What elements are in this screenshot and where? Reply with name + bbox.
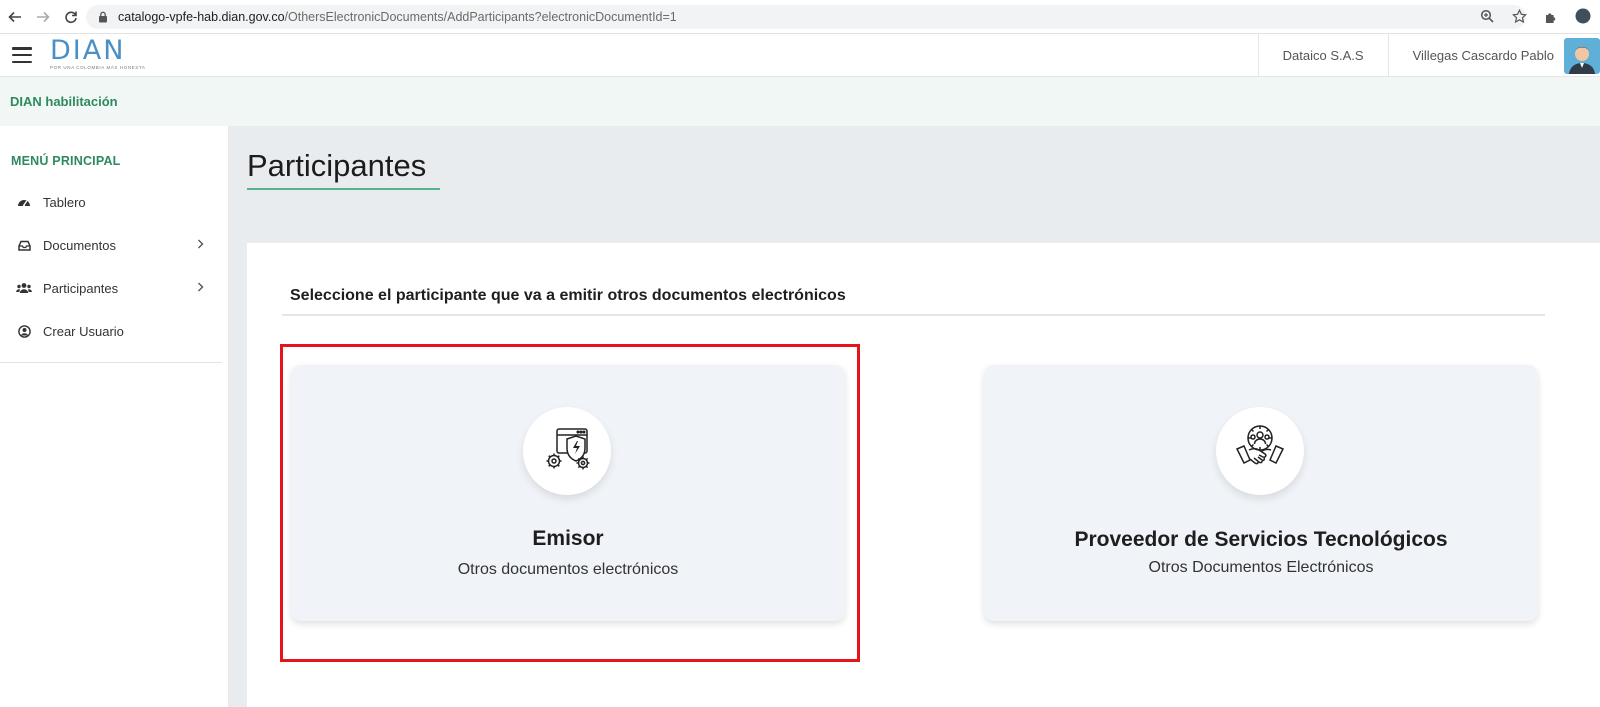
- environment-bar: DIAN habilitación: [0, 77, 1600, 126]
- card-icon-circle: [523, 407, 611, 495]
- logo-text: DIAN: [50, 35, 126, 66]
- chevron-right-icon: [197, 238, 204, 252]
- card-title: Proveedor de Servicios Tecnológicos: [1074, 528, 1448, 551]
- url-path: /OthersElectronicDocuments/AddParticipan…: [284, 10, 677, 24]
- lock-icon: [96, 10, 110, 24]
- profile-icon[interactable]: [1572, 5, 1594, 27]
- menu-title: MENÚ PRINCIPAL: [11, 154, 121, 168]
- dashboard-icon: [16, 195, 32, 209]
- user-circle-icon: [16, 324, 32, 338]
- users-icon: [16, 281, 32, 295]
- participants-panel: Seleccione el participante que va a emit…: [247, 243, 1600, 707]
- environment-title: DIAN habilitación: [10, 94, 118, 109]
- sidebar-item-documentos[interactable]: Documentos: [0, 225, 222, 265]
- sidebar-item-crear-usuario[interactable]: Crear Usuario: [0, 311, 222, 351]
- card-subtitle: Otros Documentos Electrónicos: [1148, 559, 1374, 576]
- card-proveedor-servicios-tecnologicos[interactable]: Proveedor de Servicios Tecnológicos Otro…: [984, 365, 1538, 621]
- app-header: DIAN POR UNA COLOMBIA MÁS HONESTA Dataic…: [0, 34, 1600, 77]
- menu-divider: [0, 362, 222, 363]
- chevron-right-icon: [197, 281, 204, 295]
- page-title: Participantes: [247, 148, 427, 183]
- back-arrow-icon[interactable]: [2, 4, 28, 30]
- handshake-team-icon: [1233, 422, 1287, 481]
- card-title: Emisor: [532, 527, 604, 550]
- title-underline: [247, 188, 440, 190]
- sidebar-item-tablero[interactable]: Tablero: [0, 182, 222, 222]
- hamburger-menu-icon[interactable]: [12, 47, 32, 63]
- zoom-icon[interactable]: [1476, 5, 1498, 27]
- reload-icon[interactable]: [58, 4, 84, 30]
- address-bar[interactable]: catalogo-vpfe-hab.dian.gov.co/OthersElec…: [86, 5, 1526, 29]
- inbox-icon: [16, 238, 32, 252]
- avatar[interactable]: [1564, 38, 1600, 74]
- main-content: Participantes Seleccione el participante…: [229, 126, 1600, 707]
- card-emisor[interactable]: Emisor Otros documentos electrónicos: [291, 365, 845, 621]
- logo-tagline: POR UNA COLOMBIA MÁS HONESTA: [50, 65, 146, 70]
- browser-toolbar: catalogo-vpfe-hab.dian.gov.co/OthersElec…: [0, 0, 1600, 34]
- shield-gears-icon: [542, 424, 592, 479]
- card-icon-circle: [1216, 407, 1304, 495]
- sidebar: MENÚ PRINCIPAL Tablero Documentos Partic…: [0, 126, 229, 707]
- sidebar-item-participantes[interactable]: Participantes: [0, 268, 222, 308]
- sidebar-item-label: Tablero: [43, 194, 86, 210]
- card-subtitle: Otros documentos electrónicos: [457, 561, 679, 578]
- star-icon[interactable]: [1508, 5, 1530, 27]
- user-name[interactable]: Villegas Cascardo Pablo: [1387, 34, 1564, 77]
- extensions-icon[interactable]: [1540, 5, 1562, 27]
- sidebar-item-label: Crear Usuario: [43, 323, 124, 339]
- sidebar-item-label: Documentos: [43, 237, 116, 253]
- dian-logo[interactable]: DIAN POR UNA COLOMBIA MÁS HONESTA: [50, 35, 160, 71]
- panel-divider: [282, 314, 1545, 316]
- forward-arrow-icon[interactable]: [30, 4, 56, 30]
- url-host: catalogo-vpfe-hab.dian.gov.co: [118, 10, 285, 24]
- sidebar-item-label: Participantes: [43, 280, 119, 296]
- company-name[interactable]: Dataico S.A.S: [1257, 34, 1388, 77]
- panel-heading: Seleccione el participante que va a emit…: [290, 287, 846, 304]
